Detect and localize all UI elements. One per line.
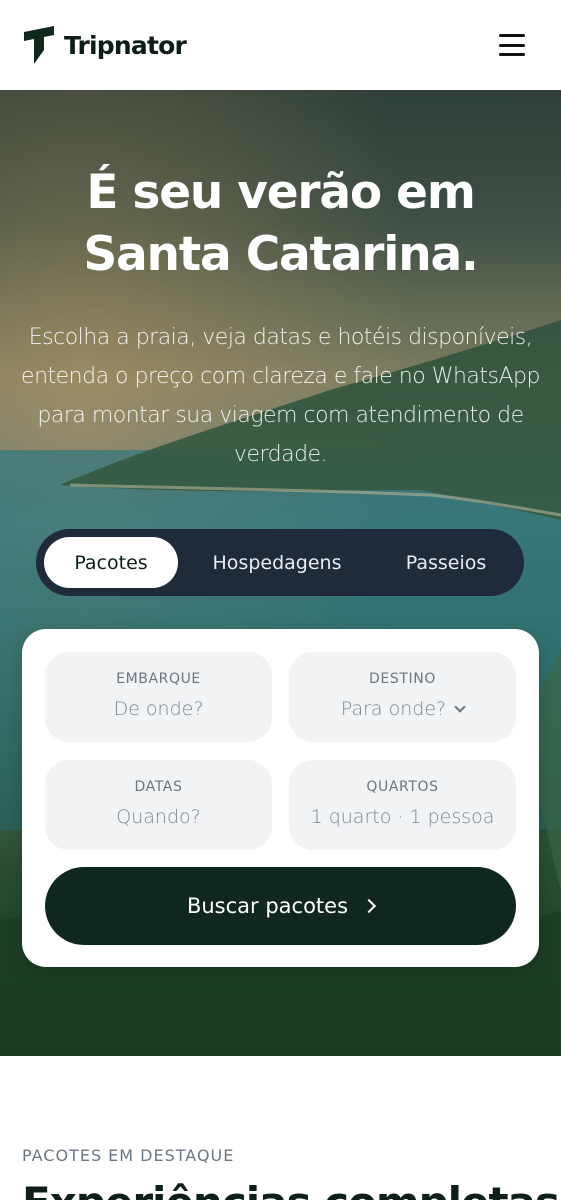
buscar-pacotes-label: Buscar pacotes (186, 894, 349, 918)
tripnator-logo-icon (24, 26, 54, 64)
site-header: Tripnator (0, 0, 561, 90)
datas-placeholder: Quando? (116, 806, 201, 828)
hamburger-menu-icon[interactable] (499, 33, 527, 57)
tab-pacotes[interactable]: Pacotes (44, 537, 178, 588)
search-tabs: Pacotes Hospedagens Passeios (36, 529, 524, 596)
destino-placeholder: Para onde? (340, 698, 447, 720)
tab-hospedagens[interactable]: Hospedagens (178, 537, 376, 588)
brand-logo[interactable]: Tripnator (22, 26, 187, 64)
featured-eyebrow: PACOTES EM DESTAQUE (22, 1146, 235, 1165)
destino-value: Para onde? (289, 698, 516, 720)
featured-title: Experiências completas (22, 1178, 560, 1200)
hero-subtitle: Escolha a praia, veja datas e hotéis dis… (21, 325, 540, 467)
brand-name: Tripnator (64, 30, 187, 60)
buscar-pacotes-button[interactable]: Buscar pacotes (45, 867, 516, 945)
embarque-label: EMBARQUE (116, 671, 201, 687)
destino-label: DESTINO (369, 671, 436, 687)
search-card: EMBARQUE De onde? DESTINO Para onde? DAT… (22, 629, 539, 967)
hero-title: É seu verão em Santa Catarina. (83, 165, 478, 282)
quartos-value: 1 quarto · 1 pessoa (310, 806, 495, 828)
datas-label: DATAS (134, 779, 183, 795)
tab-passeios[interactable]: Passeios (376, 537, 516, 588)
hero-section: É seu verão em Santa Catarina. Escolha a… (0, 90, 561, 1056)
quartos-field[interactable]: QUARTOS 1 quarto · 1 pessoa (289, 760, 516, 850)
destino-field[interactable]: DESTINO Para onde? (289, 652, 516, 742)
embarque-placeholder: De onde? (113, 698, 204, 720)
quartos-label: QUARTOS (366, 779, 439, 795)
chevron-down-icon (454, 700, 466, 713)
datas-field[interactable]: DATAS Quando? (45, 760, 272, 850)
embarque-field[interactable]: EMBARQUE De onde? (45, 652, 272, 742)
chevron-right-icon (361, 898, 377, 914)
